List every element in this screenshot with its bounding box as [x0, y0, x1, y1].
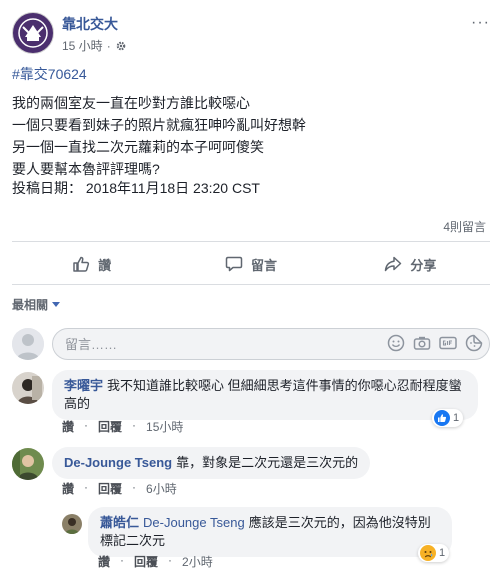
comment-like-link[interactable]: 讚 — [62, 418, 74, 435]
comment-reply-link[interactable]: 回覆 — [98, 418, 122, 435]
share-button[interactable]: 分享 — [331, 247, 490, 281]
separator: · — [120, 553, 125, 567]
share-icon — [385, 256, 402, 272]
commenter-photo-icon — [12, 448, 44, 480]
separator: · — [84, 480, 89, 494]
comment-count-link[interactable]: 4則留言 — [443, 218, 486, 235]
reaction-badge[interactable]: 1 — [418, 544, 450, 562]
commenter-photo-icon — [62, 514, 82, 534]
commenter-avatar[interactable] — [12, 372, 44, 404]
comment-text: 靠，對象是二次元還是三次元的 — [176, 455, 359, 470]
divider — [12, 241, 490, 242]
post-line: 要人要幫本魯評評理嗎? — [12, 161, 160, 177]
like-reaction-icon — [434, 410, 450, 426]
comment-text: 我不知道誰比較噁心 但細細思考這件事情的你噁心忍耐程度蠻高的 — [64, 378, 462, 411]
tagged-user-link[interactable]: De-Jounge Tseng — [143, 515, 245, 530]
comment-sort-dropdown[interactable]: 最相關 — [12, 296, 61, 313]
divider — [12, 284, 490, 285]
comment-time[interactable]: 15小時 — [146, 418, 183, 435]
reaction-badge[interactable]: 1 — [432, 409, 464, 427]
post-submission-date: 投稿日期： 2018年11月18日 23:20 CST — [12, 180, 260, 196]
sticker-icon[interactable] — [465, 334, 483, 352]
like-label: 讚 — [98, 257, 112, 273]
separator: · — [168, 553, 173, 567]
sort-label: 最相關 — [12, 298, 49, 312]
reaction-count: 1 — [453, 412, 460, 424]
action-bar: 讚 留言 分享 — [12, 247, 490, 281]
comment-bubble: De-Jounge Tseng 靠，對象是二次元還是三次元的 — [52, 447, 371, 479]
comment-input[interactable] — [63, 334, 407, 354]
default-user-icon — [12, 328, 44, 360]
reply-bubble: 蕭皓仁 De-Jounge Tseng 應該是三次元的，因為他沒特別標記二次元 — [88, 507, 452, 557]
comment-time[interactable]: 6小時 — [146, 480, 177, 497]
post-body: 我的兩個室友一直在吵對方誰比較噁心 一個只要看到妹子的照片就瘋狂呻吟亂叫好想幹 … — [12, 92, 482, 180]
comment-reply-link[interactable]: 回覆 — [98, 480, 122, 497]
commenter-photo-icon — [12, 372, 44, 404]
gif-icon[interactable] — [439, 334, 457, 352]
separator: · — [132, 480, 137, 494]
comment-reply-link[interactable]: 回覆 — [134, 553, 158, 570]
post-line: 我的兩個室友一直在吵對方誰比較噁心 — [12, 95, 250, 111]
comment-like-link[interactable]: 讚 — [98, 553, 110, 570]
comment-author[interactable]: De-Jounge Tseng — [64, 455, 172, 470]
comment-actions: 讚 · 回覆 · 15小時 — [62, 418, 183, 435]
thumbs-up-icon — [73, 256, 90, 272]
page-name[interactable]: 靠北交大 — [62, 14, 118, 34]
comment-label: 留言 — [250, 257, 277, 273]
post-meta: 15 小時 · — [62, 37, 127, 54]
caret-down-icon — [52, 301, 61, 307]
gear-icon[interactable] — [115, 40, 127, 52]
comment-bubble: 李曜宇 我不知道誰比較噁心 但細細思考這件事情的你噁心忍耐程度蠻高的 — [52, 370, 478, 420]
more-options-icon[interactable]: ··· — [471, 14, 490, 32]
comment-time[interactable]: 2小時 — [182, 553, 213, 570]
composer-icons — [387, 334, 483, 352]
comment-author[interactable]: 蕭皓仁 — [100, 515, 139, 530]
post-time[interactable]: 15 小時 — [62, 37, 103, 54]
comment-composer[interactable] — [52, 328, 490, 360]
post-line: 另一個一直找二次元蘿莉的本子呵呵傻笑 — [12, 139, 264, 155]
post-line: 一個只要看到妹子的照片就瘋狂呻吟亂叫好想幹 — [12, 117, 306, 133]
camera-icon[interactable] — [413, 334, 431, 352]
nctu-logo-icon — [14, 14, 52, 52]
reaction-count: 1 — [439, 547, 446, 559]
page-avatar[interactable] — [12, 12, 54, 54]
current-user-avatar — [12, 328, 44, 360]
separator: · — [132, 418, 137, 432]
dot-separator: · — [106, 38, 111, 53]
comment-like-link[interactable]: 讚 — [62, 480, 74, 497]
sad-reaction-icon — [420, 545, 436, 561]
commenter-avatar[interactable] — [12, 448, 44, 480]
comment-actions: 讚 · 回覆 · 6小時 — [62, 480, 177, 497]
comment-icon — [225, 256, 243, 272]
share-label: 分享 — [410, 257, 437, 273]
comment-button[interactable]: 留言 — [171, 247, 330, 281]
comment-actions: 讚 · 回覆 · 2小時 — [98, 553, 213, 570]
like-button[interactable]: 讚 — [12, 247, 171, 281]
separator: · — [84, 418, 89, 432]
emoji-icon[interactable] — [387, 334, 405, 352]
hashtag-link[interactable]: #靠交70624 — [12, 64, 87, 84]
reply-author-avatar[interactable] — [62, 514, 82, 534]
comment-author[interactable]: 李曜宇 — [64, 378, 103, 393]
facebook-post: 靠北交大 15 小時 · ··· #靠交70624 我的兩個室友一直在吵對方誰比… — [0, 0, 502, 574]
